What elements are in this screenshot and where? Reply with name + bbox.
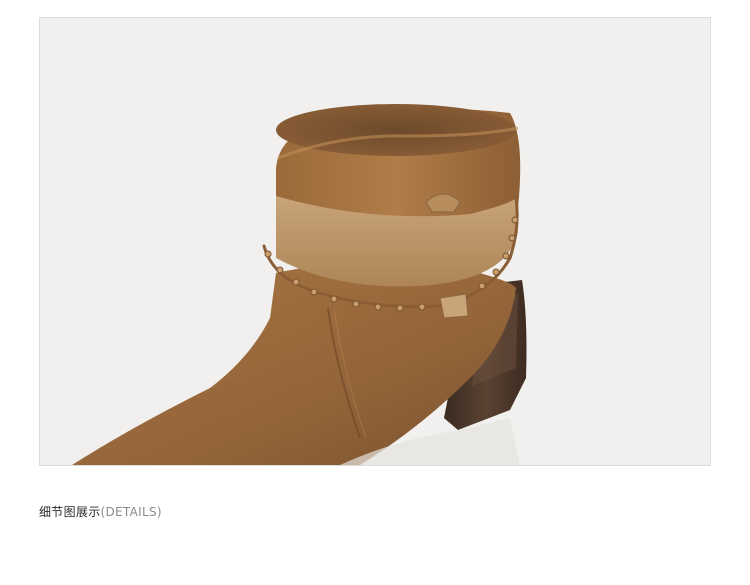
detail-caption: 细节图展示(DETAILS)	[39, 504, 162, 520]
boot-illustration	[40, 18, 710, 465]
caption-en: (DETAILS)	[100, 505, 162, 519]
detail-section: 细节图展示(DETAILS)	[0, 0, 750, 585]
caption-zh: 细节图展示	[39, 505, 101, 519]
product-detail-image	[39, 17, 711, 466]
